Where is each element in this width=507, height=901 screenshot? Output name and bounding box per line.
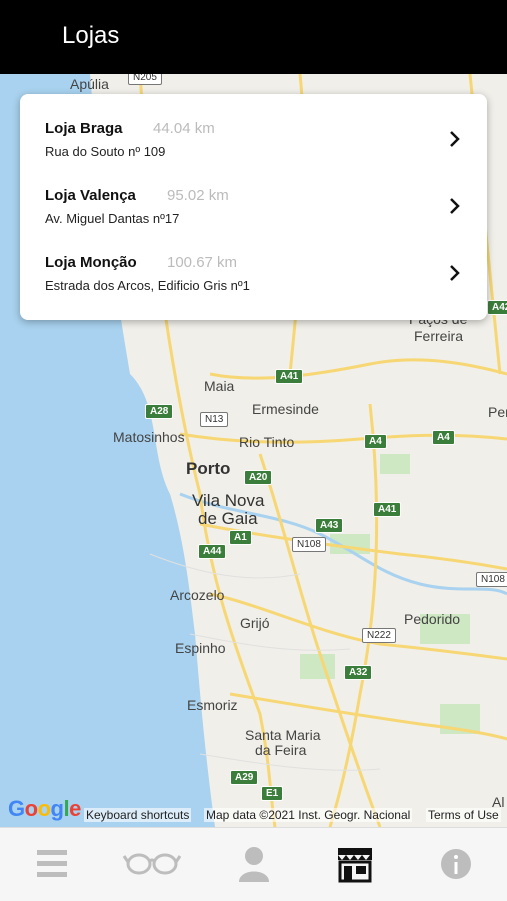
road-shield: A4 — [364, 434, 387, 449]
chevron-right-icon — [450, 131, 460, 147]
road-shield: A29 — [230, 770, 259, 785]
store-distance: 95.02 km — [167, 187, 229, 204]
road-shield: A41 — [275, 369, 304, 384]
store-distance: 100.67 km — [167, 254, 238, 271]
store-address: Av. Miguel Dantas nº17 — [45, 211, 180, 226]
road-shield: A1 — [229, 530, 252, 545]
bottom-tab-bar — [0, 827, 507, 901]
road-shield: A20 — [244, 470, 273, 485]
road-shield: A43 — [315, 518, 344, 533]
road-shield: A42 — [487, 300, 507, 315]
map-label: Ermesinde — [252, 401, 319, 417]
map-label: de Gaia — [198, 509, 258, 528]
road-shield: N108 — [292, 537, 326, 552]
store-distance: 44.04 km — [153, 120, 215, 137]
map-label: Pedorido — [404, 611, 461, 627]
road-shield: N13 — [200, 412, 229, 427]
app-header: Lojas — [0, 0, 507, 74]
terms-of-use-link[interactable]: Terms of Use — [426, 808, 501, 822]
road-shield: E1 — [261, 786, 284, 801]
map-label: Santa Maria — [245, 727, 321, 743]
store-item-moncao[interactable]: Loja Monção 100.67 km Estrada dos Arcos,… — [20, 228, 487, 294]
map-label: Espinho — [175, 640, 226, 656]
chevron-right-icon — [450, 265, 460, 281]
chevron-right-icon — [450, 198, 460, 214]
store-item-braga[interactable]: Loja Braga 44.04 km Rua do Souto nº 109 — [20, 94, 487, 160]
map-label: Porto — [186, 459, 231, 478]
store-name: Loja Monção — [45, 254, 137, 271]
road-shield: A41 — [373, 502, 402, 517]
tab-menu[interactable] — [22, 838, 82, 888]
map-label: Per — [488, 404, 507, 420]
info-icon — [441, 849, 471, 879]
map-label: Matosinhos — [113, 429, 185, 445]
store-icon — [338, 848, 372, 883]
tab-info[interactable] — [426, 838, 486, 888]
store-address: Estrada dos Arcos, Edificio Gris nº1 — [45, 278, 250, 293]
store-list-card: Loja Braga 44.04 km Rua do Souto nº 109 … — [20, 94, 487, 320]
keyboard-shortcuts-link[interactable]: Keyboard shortcuts — [84, 808, 192, 822]
map-label: Rio Tinto — [239, 434, 295, 450]
road-shield: A32 — [344, 665, 373, 680]
store-address: Rua do Souto nº 109 — [45, 144, 166, 159]
road-shield: A4 — [432, 430, 455, 445]
map-label: Maia — [204, 378, 235, 394]
map-label: Ferreira — [414, 328, 464, 344]
tab-profile[interactable] — [224, 838, 284, 888]
tab-stores[interactable] — [325, 838, 385, 888]
road-shield: A44 — [198, 544, 227, 559]
map-label: da Feira — [255, 742, 307, 758]
tab-glasses[interactable] — [122, 838, 182, 888]
map-label: Vila Nova — [192, 491, 265, 510]
map-label: Arcozelo — [170, 587, 225, 603]
store-item-valenca[interactable]: Loja Valença 95.02 km Av. Miguel Dantas … — [20, 161, 487, 227]
road-shield: N205 — [128, 74, 162, 85]
road-shield: N222 — [362, 628, 396, 643]
page-title: Lojas — [62, 22, 120, 49]
map-data-attribution: Map data ©2021 Inst. Geogr. Nacional — [204, 808, 413, 822]
store-name: Loja Valença — [45, 187, 136, 204]
road-shield: N108 — [476, 572, 507, 587]
google-logo: Google — [8, 796, 81, 821]
map-label: Grijó — [240, 615, 270, 631]
road-shield: A28 — [145, 404, 174, 419]
map-label: Esmoriz — [187, 697, 238, 713]
store-name: Loja Braga — [45, 120, 123, 137]
map-label: Apúlia — [70, 76, 109, 92]
menu-icon — [37, 850, 67, 877]
user-icon — [239, 847, 269, 882]
glasses-icon — [122, 853, 182, 875]
